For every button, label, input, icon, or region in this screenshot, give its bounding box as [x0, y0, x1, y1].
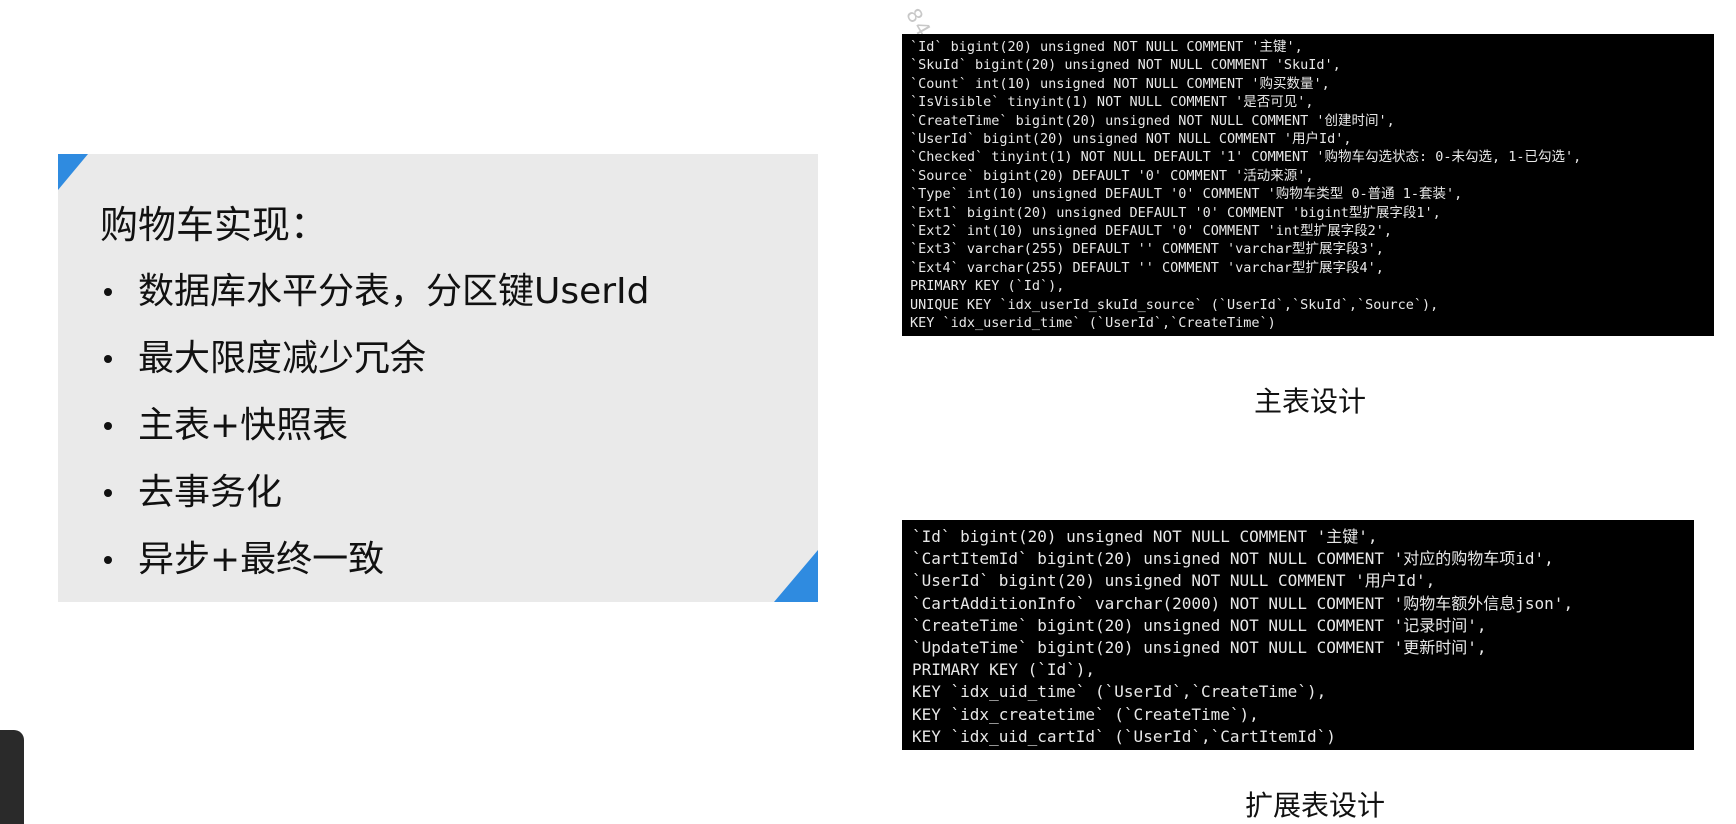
code-line: KEY `idx_uid_time` (`UserId`,`CreateTime… — [912, 682, 1327, 702]
code-line: `Ext3` varchar(255) DEFAULT '' COMMENT '… — [910, 241, 1384, 258]
bullet-item: 去事务化 — [100, 459, 650, 526]
code-line: `CreateTime` bigint(20) unsigned NOT NUL… — [912, 615, 1487, 635]
bullet-dot-icon — [104, 422, 112, 430]
code-line: `UpdateTime` bigint(20) unsigned NOT NUL… — [912, 638, 1487, 658]
bullet-dot-icon — [104, 288, 112, 296]
corner-accent-bottom-right — [774, 550, 818, 602]
code-line: PRIMARY KEY (`Id`), — [912, 660, 1096, 680]
bullet-text: 异步+最终一致 — [138, 539, 385, 580]
ext-table-caption: 扩展表设计 — [1244, 789, 1385, 822]
bullet-item: 异步+最终一致 — [100, 526, 650, 593]
code-line: `Checked` tinyint(1) NOT NULL DEFAULT '1… — [910, 149, 1582, 166]
code-line: PRIMARY KEY (`Id`), — [910, 278, 1065, 295]
bullet-item: 最大限度减少冗余 — [100, 325, 650, 392]
code-line: `Ext4` varchar(255) DEFAULT '' COMMENT '… — [910, 259, 1384, 276]
code-line: `CreateTime` bigint(20) unsigned NOT NUL… — [910, 112, 1395, 129]
bullet-dot-icon — [104, 489, 112, 497]
main-table-caption: 主表设计 — [1253, 385, 1366, 418]
code-line: KEY `idx_uid_cartId` (`UserId`,`CartItem… — [912, 726, 1336, 746]
bullet-list: 数据库水平分表，分区键UserId 最大限度减少冗余 主表+快照表 去事务化 异… — [100, 258, 650, 593]
bullet-text: 去事务化 — [138, 472, 283, 513]
code-line: UNIQUE KEY `idx_userId_skuId_source` (`U… — [910, 296, 1439, 313]
bullet-dot-icon — [104, 355, 112, 363]
ext-table-ddl-screenshot: `Id` bigint(20) unsigned NOT NULL COMMEN… — [902, 520, 1694, 750]
code-line: `Ext2` int(10) unsigned DEFAULT '0' COMM… — [910, 223, 1393, 240]
code-line: `Source` bigint(20) DEFAULT '0' COMMENT … — [910, 167, 1314, 184]
code-line: `CartAdditionInfo` varchar(2000) NOT NUL… — [912, 593, 1574, 613]
bullet-item: 主表+快照表 — [100, 392, 650, 459]
bullet-dot-icon — [104, 556, 112, 564]
code-line: `Id` bigint(20) unsigned NOT NULL COMMEN… — [912, 527, 1378, 546]
code-line: `Ext1` bigint(20) unsigned DEFAULT '0' C… — [910, 204, 1441, 221]
code-line: KEY `idx_createtime` (`CreateTime`), — [912, 704, 1259, 724]
code-line: `Id` bigint(20) unsigned NOT NULL COMMEN… — [910, 39, 1303, 55]
code-line: `SkuId` bigint(20) unsigned NOT NULL COM… — [910, 57, 1341, 74]
bullet-text: 主表+快照表 — [138, 405, 349, 446]
code-line: `Type` int(10) unsigned DEFAULT '0' COMM… — [910, 186, 1463, 203]
code-line: KEY `idx_userid_time` (`UserId`,`CreateT… — [910, 315, 1276, 332]
code-line: `UserId` bigint(20) unsigned NOT NULL CO… — [910, 131, 1352, 148]
corner-accent-top-left — [58, 154, 88, 190]
code-line: `IsVisible` tinyint(1) NOT NULL COMMENT … — [910, 94, 1314, 111]
code-line: `CartItemId` bigint(20) unsigned NOT NUL… — [912, 549, 1554, 569]
bullet-text: 最大限度减少冗余 — [138, 338, 427, 379]
code-line: `UserId` bigint(20) unsigned NOT NULL CO… — [912, 571, 1436, 591]
code-line: `Count` int(10) unsigned NOT NULL COMMEN… — [910, 75, 1330, 92]
main-table-ddl-screenshot: `Id` bigint(20) unsigned NOT NULL COMMEN… — [902, 34, 1714, 336]
slide-panel: 购物车实现： 数据库水平分表，分区键UserId 最大限度减少冗余 主表+快照表… — [58, 154, 818, 602]
bullet-item: 数据库水平分表，分区键UserId — [100, 258, 650, 325]
side-panel-tab[interactable] — [0, 730, 24, 824]
bullet-text: 数据库水平分表，分区键UserId — [138, 271, 650, 312]
slide-title: 购物车实现： — [100, 203, 329, 247]
